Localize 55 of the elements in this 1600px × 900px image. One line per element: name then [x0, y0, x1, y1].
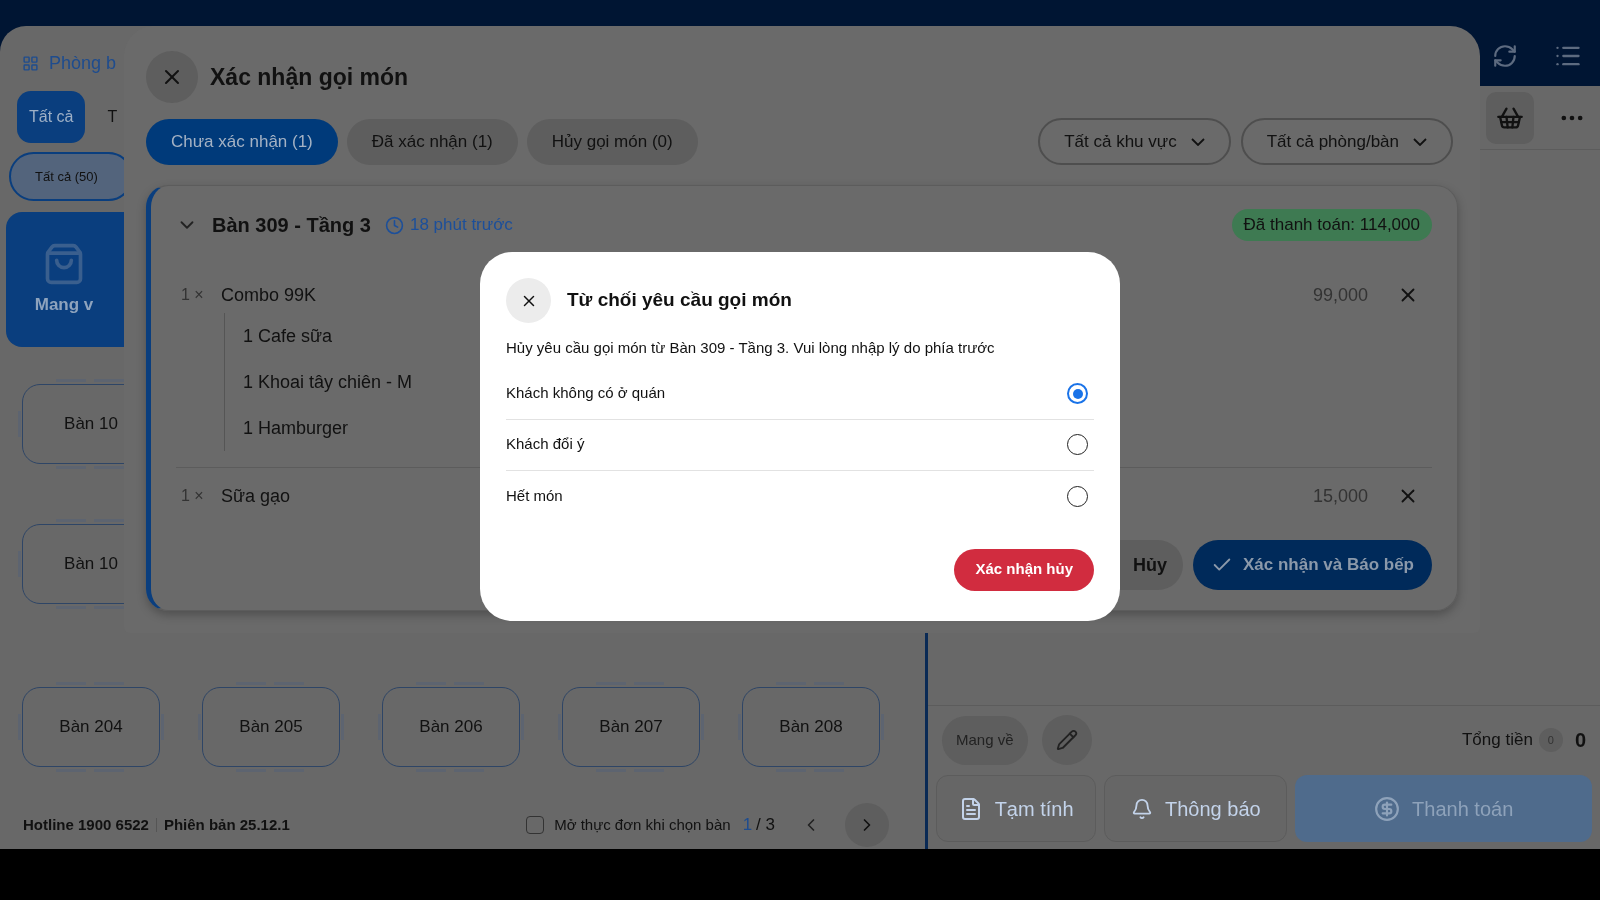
order-time: 18 phút trước: [409, 214, 513, 237]
action-button[interactable]: Tạm tính: [936, 775, 1097, 842]
item-name: Combo 99K: [221, 283, 317, 307]
chevron-down-icon: [1413, 137, 1427, 146]
open-menu-label: Mở thực đơn khi chọn bàn: [554, 814, 731, 835]
bell-icon: [1131, 797, 1153, 820]
filter-dropdown[interactable]: Tất cả khu vực: [1038, 118, 1231, 165]
chevron-down-icon: [1190, 137, 1205, 146]
reason-option[interactable]: Hết món: [506, 470, 1094, 522]
total-amount: 0: [1574, 728, 1586, 753]
area-tab[interactable]: Tất cả: [17, 91, 86, 143]
status-tab[interactable]: Hủy gọi món (0): [526, 118, 698, 165]
refresh-icon[interactable]: [1492, 43, 1518, 69]
dollar-icon: [1374, 795, 1401, 822]
confirm-cancel-button[interactable]: Xác nhận hủy: [954, 548, 1094, 591]
action-button[interactable]: Thông báo: [1104, 775, 1288, 842]
edit-button[interactable]: [1041, 715, 1092, 765]
filter-dropdown[interactable]: Tất cả phòng/bàn: [1240, 118, 1453, 165]
item-price: 15,000: [1312, 484, 1368, 508]
reason-option[interactable]: Khách không có ở quán: [506, 368, 1094, 420]
order-table-title: Bàn 309 - Tầng 3: [212, 213, 371, 238]
pencil-icon: [1055, 729, 1078, 751]
panel-title: Xác nhận gọi món: [210, 62, 409, 92]
page-total: / 3: [756, 814, 775, 837]
takeaway-card[interactable]: Mang v: [6, 212, 124, 347]
dialog-title: Từ chối yêu cầu gọi món: [567, 288, 792, 313]
grid-icon: [22, 54, 39, 72]
order-type-chip[interactable]: Mang về: [942, 715, 1028, 765]
filter-chip[interactable]: Tất cả (50): [9, 152, 124, 201]
combo-component: 1 Hamburger: [243, 416, 349, 440]
confirm-and-notify-kitchen-button[interactable]: Xác nhận và Báo bếp: [1193, 540, 1432, 590]
status-tab[interactable]: Chưa xác nhận (1): [146, 118, 338, 165]
area-tab[interactable]: T: [107, 91, 118, 143]
sidebar-title: Phòng b: [49, 51, 117, 75]
close-button[interactable]: [146, 51, 198, 103]
item-quantity: 1 ×: [180, 285, 205, 305]
version-text: Phiên bản 25.12.1: [163, 814, 290, 835]
item-name: Sữa gạo: [221, 484, 291, 508]
action-button[interactable]: Thanh toán: [1295, 775, 1592, 842]
item-quantity: 1 ×: [180, 486, 205, 506]
combo-component: 1 Cafe sữa: [243, 324, 333, 348]
dialog-message: Hủy yêu cầu gọi món từ Bàn 309 - Tầng 3. Vui lòng nhập lý do phía trước: [506, 338, 996, 358]
reason-option[interactable]: Khách đổi ý: [506, 419, 1094, 471]
status-tab[interactable]: Đã xác nhận (1): [346, 118, 518, 165]
close-button[interactable]: [506, 278, 551, 323]
hotline-text: Hotline 1900 6522: [23, 814, 149, 835]
combo-component: 1 Khoai tây chiên - M: [243, 370, 413, 394]
item-price: 99,000: [1312, 283, 1368, 307]
payment-badge: Đã thanh toán: 114,000: [1231, 209, 1432, 241]
open-menu-checkbox[interactable]: [526, 816, 545, 834]
clock-icon: [384, 215, 404, 235]
reason-radio[interactable]: [1067, 383, 1088, 404]
total-label: Tổng tiền: [1462, 729, 1533, 752]
basket-button[interactable]: [1486, 91, 1534, 144]
page-current: 1: [742, 814, 753, 837]
